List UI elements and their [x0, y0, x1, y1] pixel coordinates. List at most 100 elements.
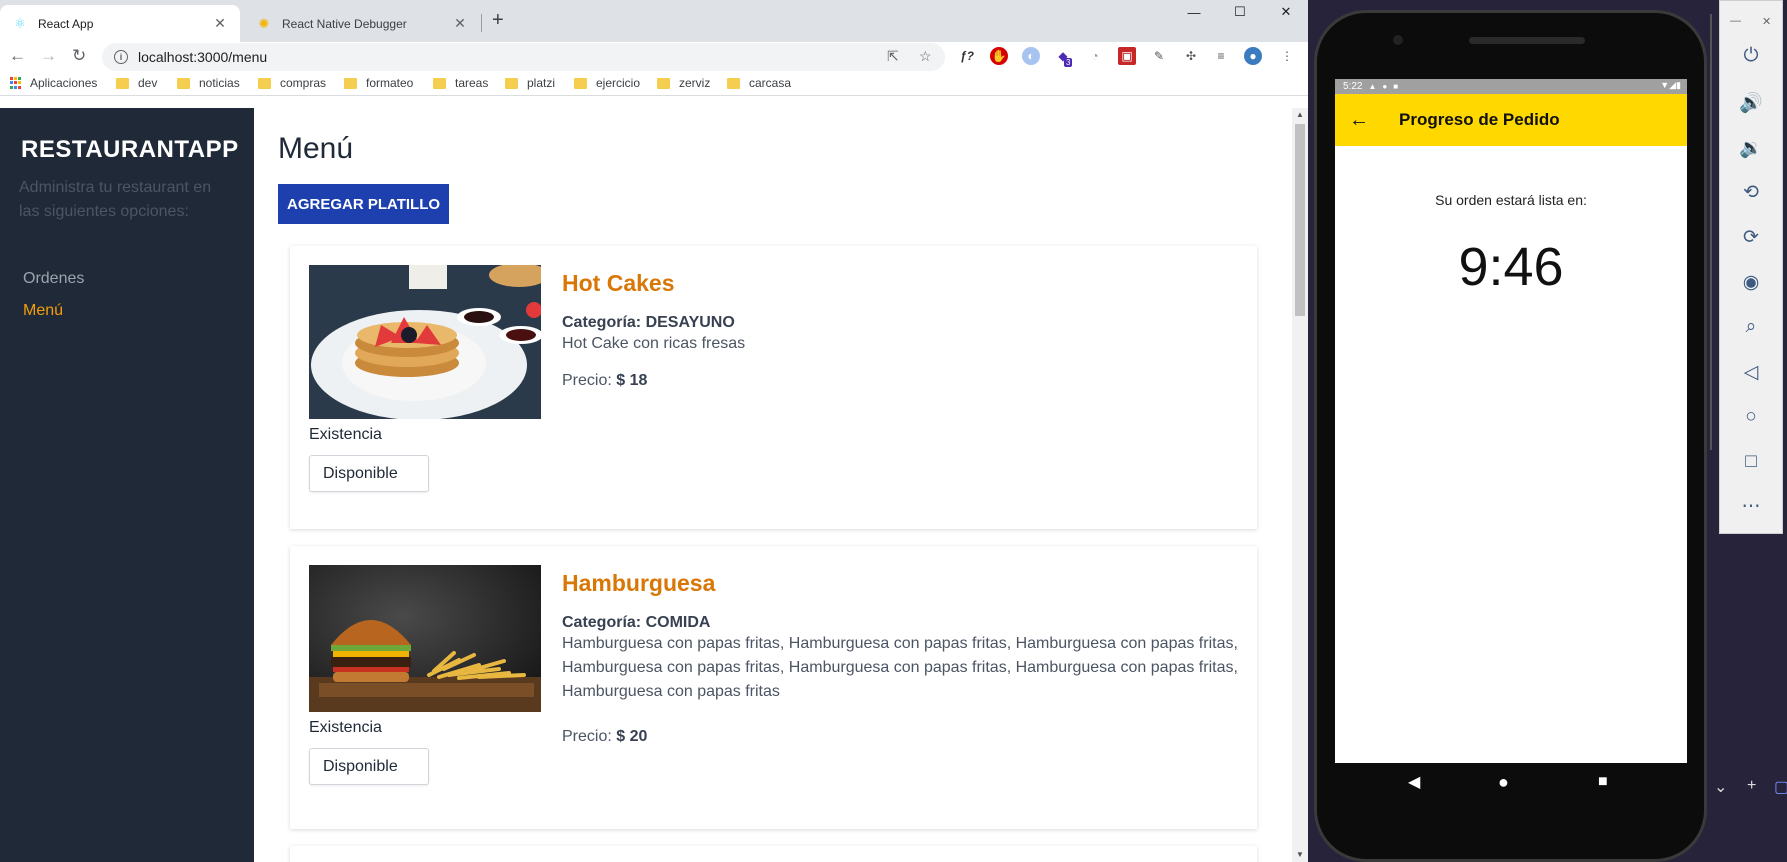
folder-icon: [177, 77, 190, 89]
more-options-icon[interactable]: ⋯: [1720, 495, 1782, 518]
chrome-window: ⚛ React App ✕ ✺ React Native Debugger ✕ …: [0, 0, 1308, 862]
bookmark-star-icon[interactable]: ☆: [919, 48, 932, 65]
bookmark-label: carcasa: [749, 76, 792, 90]
page-scrollbar[interactable]: ▲ ▼: [1292, 108, 1308, 862]
rotate-left-icon[interactable]: ⟲: [1720, 181, 1782, 204]
reload-icon[interactable]: ↻: [72, 46, 86, 66]
brand-title: RESTAURANTAPP: [21, 136, 239, 163]
rotate-right-icon[interactable]: ⟳: [1720, 226, 1782, 249]
forward-icon[interactable]: →: [40, 46, 57, 66]
category-value: COMIDA: [645, 614, 711, 631]
scroll-thumb[interactable]: [1295, 124, 1305, 316]
category-value: DESAYUNO: [645, 314, 735, 331]
extension-badge: 3: [1064, 58, 1073, 67]
order-ready-text: Su orden estará lista en:: [1435, 192, 1587, 208]
bookmark-label: formateo: [366, 76, 414, 90]
price-label: Precio:: [562, 372, 612, 389]
emulator-controls: — ✕ ⏻ 🔊 🔉 ⟲ ⟳ ◉ ⌕ ◁ ○ □ ⋯: [1719, 0, 1783, 534]
stock-label: Existencia: [309, 719, 382, 736]
timer-extension-icon[interactable]: ◔: [1086, 47, 1104, 65]
bookmark-folder[interactable]: noticias: [177, 76, 240, 90]
bookmark-folder[interactable]: zerviz: [657, 76, 710, 90]
bookmark-folder[interactable]: dev: [116, 76, 157, 90]
new-tab-icon[interactable]: +: [492, 9, 504, 32]
scroll-down-icon[interactable]: ▼: [1296, 850, 1304, 859]
address-bar[interactable]: i localhost:3000/menu: [102, 43, 945, 71]
site-info-icon[interactable]: i: [114, 50, 128, 64]
nav-home-icon[interactable]: ●: [1498, 772, 1509, 793]
bookmark-label: platzi: [527, 76, 556, 90]
image-extension-icon[interactable]: ▣: [1118, 47, 1136, 65]
front-camera: [1393, 35, 1403, 45]
price-value: $ 18: [616, 372, 648, 389]
countdown-timer: 9:46: [1458, 237, 1564, 297]
bookmark-label: Aplicaciones: [30, 76, 98, 90]
bookmark-folder[interactable]: compras: [258, 76, 326, 90]
dish-name: Hot Cakes: [562, 270, 675, 296]
emu-home-icon[interactable]: ○: [1720, 406, 1782, 428]
adblock-extension-icon[interactable]: ✋: [990, 47, 1008, 65]
nav-back-icon[interactable]: ◀: [1408, 772, 1420, 792]
bookmarks-bar: Aplicaciones dev noticias compras format…: [0, 72, 1308, 96]
dish-name: Hamburguesa: [562, 570, 716, 596]
bookmark-folder[interactable]: carcasa: [727, 76, 791, 90]
add-icon[interactable]: +: [1747, 777, 1756, 795]
dish-card: Hamburguesa Categoría: COMIDA Hamburgues…: [290, 546, 1257, 829]
maximize-icon[interactable]: ☐: [1218, 0, 1262, 24]
bookmark-label: dev: [138, 76, 158, 90]
tab-react-app[interactable]: ⚛ React App ✕: [0, 5, 240, 42]
eyedropper-icon[interactable]: ✎: [1150, 47, 1168, 65]
notification-a-icon: ▲: [1368, 82, 1377, 91]
price-value: $ 20: [616, 728, 648, 745]
avatar[interactable]: ●: [1244, 47, 1262, 65]
formula-extension-icon[interactable]: ƒ?: [958, 47, 976, 65]
phone-screen: 5:22 ▲ ● ■ ▼◢▮ ← Progreso de Pedido Su o…: [1335, 79, 1687, 763]
bookmark-folder[interactable]: tareas: [433, 76, 488, 90]
back-icon[interactable]: ←: [9, 46, 26, 66]
price-label: Precio:: [562, 728, 612, 745]
main-content: Menú AGREGAR PLATILLO Hot Cakes Categorí…: [254, 108, 1292, 862]
dish-category: Categoría: DESAYUNO: [562, 314, 735, 332]
minimize-icon[interactable]: —: [1172, 0, 1216, 24]
dish-description: Hamburguesa con papas fritas, Hamburgues…: [562, 635, 1238, 700]
emulator-minimize-icon[interactable]: —: [1730, 15, 1741, 27]
sidebar-item-menu[interactable]: Menú: [23, 302, 63, 320]
close-tab-icon[interactable]: ✕: [452, 15, 468, 32]
nav-recents-icon[interactable]: ■: [1598, 773, 1608, 791]
close-tab-icon[interactable]: ✕: [212, 15, 228, 32]
screenshot-icon[interactable]: ◉: [1720, 271, 1782, 294]
media-queue-icon[interactable]: ≡: [1212, 47, 1230, 65]
react-icon: ⚛: [14, 15, 26, 31]
menu-kebab-icon[interactable]: ⋮: [1278, 47, 1296, 65]
emu-back-icon[interactable]: ◁: [1720, 361, 1782, 384]
extension-icon[interactable]: ◐: [1022, 47, 1040, 65]
bookmark-folder[interactable]: platzi: [505, 76, 555, 90]
open-external-icon[interactable]: ⇱: [887, 48, 899, 65]
stock-select[interactable]: Disponible: [309, 455, 429, 492]
stock-label: Existencia: [309, 426, 382, 443]
bookmark-label: zerviz: [679, 76, 711, 90]
chevron-down-icon[interactable]: ⌄: [1714, 777, 1727, 797]
puzzle-icon[interactable]: ✣: [1182, 47, 1200, 65]
back-arrow-icon[interactable]: ←: [1349, 109, 1369, 132]
power-icon[interactable]: ⏻: [1720, 45, 1782, 67]
emu-overview-icon[interactable]: □: [1720, 451, 1782, 473]
bookmark-folder[interactable]: formateo: [344, 76, 413, 90]
close-window-icon[interactable]: ✕: [1264, 0, 1308, 24]
app-bar-title: Progreso de Pedido: [1399, 110, 1560, 129]
sidebar-item-ordenes[interactable]: Ordenes: [23, 270, 84, 288]
stock-select[interactable]: Disponible: [309, 748, 429, 785]
zoom-icon[interactable]: ⌕: [1720, 316, 1782, 338]
bookmark-apps[interactable]: Aplicaciones: [10, 76, 97, 90]
tab-react-native-debugger[interactable]: ✺ React Native Debugger ✕: [244, 5, 480, 42]
folder-icon: [657, 77, 670, 89]
bookmark-folder[interactable]: ejercicio: [574, 76, 640, 90]
volume-up-icon[interactable]: 🔊: [1720, 91, 1782, 115]
signal-battery-icon: ▼◢▮: [1660, 80, 1681, 90]
add-dish-button[interactable]: AGREGAR PLATILLO: [278, 184, 450, 224]
emulator-close-icon[interactable]: ✕: [1762, 15, 1771, 28]
volume-down-icon[interactable]: 🔉: [1720, 136, 1782, 160]
scroll-up-icon[interactable]: ▲: [1296, 110, 1304, 119]
url-text: localhost:3000/menu: [138, 49, 268, 65]
window-icon[interactable]: ▢: [1774, 777, 1787, 797]
